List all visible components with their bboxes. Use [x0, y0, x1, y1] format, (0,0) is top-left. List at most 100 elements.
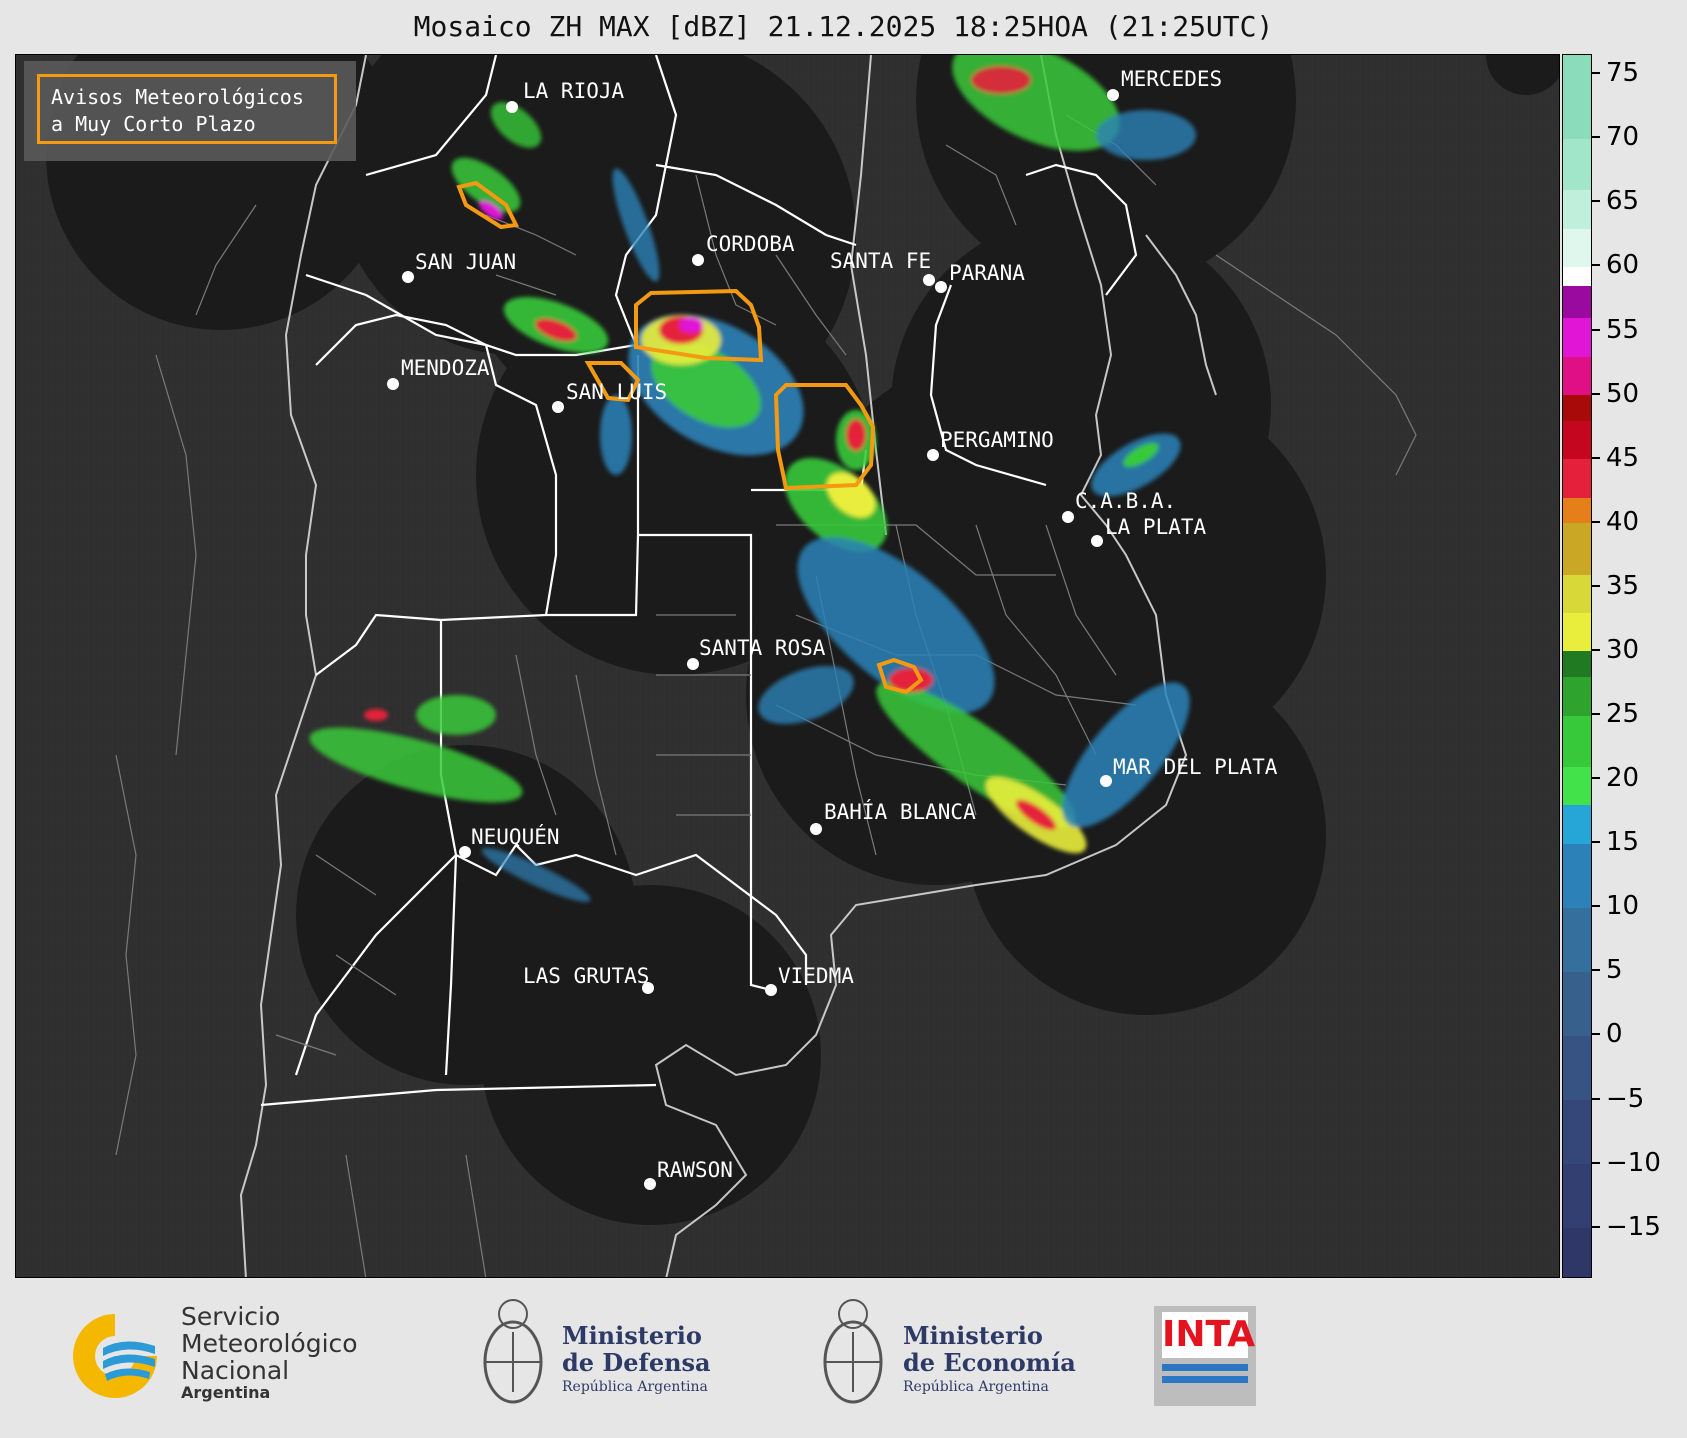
colorbar-band [1563, 843, 1591, 908]
smn-logo-line4: Argentina [181, 1383, 271, 1402]
colorbar-band [1563, 1227, 1591, 1277]
colorbar-band [1563, 138, 1591, 191]
economia-logo-line3: República Argentina [903, 1379, 1049, 1395]
city-marker-santa-rosa [687, 658, 699, 670]
smn-logo-icon [73, 1314, 157, 1398]
city-marker-parana [935, 281, 947, 293]
city-label-neuquen: NEUQUÉN [471, 825, 560, 849]
colorbar-band [1563, 266, 1591, 287]
colorbar-tick [1592, 1161, 1600, 1164]
colorbar-tick-label: 40 [1606, 506, 1640, 537]
city-marker-mendoza [387, 378, 399, 390]
colorbar-tick-label: 45 [1606, 442, 1640, 473]
city-label-mar-del-plata: MAR DEL PLATA [1113, 755, 1278, 779]
city-label-santa-rosa: SANTA ROSA [699, 636, 826, 660]
coat-of-arms-icon [483, 1299, 543, 1404]
radar-map[interactable]: LA RIOJA MERCEDES SAN JUAN CORDOBA SANTA… [15, 54, 1560, 1278]
city-marker-neuquen [459, 846, 471, 858]
smn-logo-line1: Servicio [181, 1302, 281, 1331]
colorbar-tick-label: 30 [1606, 634, 1640, 665]
colorbar-band [1563, 420, 1591, 460]
city-label-pergamino: PERGAMINO [940, 428, 1054, 452]
colorbar-band [1563, 1035, 1591, 1101]
colorbar-band [1563, 574, 1591, 614]
economia-logo-line2: de Economía [903, 1348, 1076, 1377]
colorbar-tick [1592, 584, 1600, 587]
colorbar-tick [1592, 841, 1600, 844]
city-marker-rawson [644, 1178, 656, 1190]
defensa-logo-line2: de Defensa [562, 1348, 711, 1377]
city-label-mercedes: MERCEDES [1121, 67, 1223, 91]
footer-logos: Servicio Meteorológico Nacional Argentin… [0, 1278, 1687, 1438]
warnings-legend-frame: Avisos Meteorológicos a Muy Corto Plazo [37, 74, 337, 144]
colorbar-tick [1592, 777, 1600, 780]
city-label-san-juan: SAN JUAN [415, 250, 517, 274]
city-marker-la-plata [1091, 535, 1103, 547]
colorbar-band [1563, 497, 1591, 524]
city-marker-cordoba [692, 254, 704, 266]
colorbar-band [1563, 766, 1591, 806]
inta-logo: INTA [1154, 1306, 1256, 1406]
colorbar-tick-label: 50 [1606, 378, 1640, 409]
city-label-san-luis: SAN LUIS [566, 380, 668, 404]
colorbar-tick-label: 0 [1606, 1019, 1623, 1050]
colorbar-tick [1592, 264, 1600, 267]
coat-of-arms-icon [823, 1299, 883, 1404]
city-marker-san-juan [402, 271, 414, 283]
city-marker-bahia-blanca [810, 823, 822, 835]
city-marker-santa-fe [923, 274, 935, 286]
colorbar-band [1563, 356, 1591, 396]
colorbar-band [1563, 522, 1591, 575]
city-marker-pergamino [927, 449, 939, 461]
colorbar-tick-label: 5 [1606, 955, 1623, 986]
colorbar-tick-label: 20 [1606, 763, 1640, 794]
colorbar-band [1563, 285, 1591, 319]
colorbar-tick [1592, 1097, 1600, 1100]
city-marker-mercedes [1107, 89, 1119, 101]
city-marker-caba [1062, 511, 1074, 523]
colorbar-tick [1592, 136, 1600, 139]
colorbar-tick [1592, 456, 1600, 459]
colorbar-band [1563, 612, 1591, 652]
colorbar-tick [1592, 713, 1600, 716]
colorbar-band [1563, 715, 1591, 767]
colorbar-band [1563, 971, 1591, 1036]
colorbar-tick-label: −5 [1606, 1083, 1645, 1114]
inta-logo-text: INTA [1162, 1312, 1255, 1358]
colorbar-band [1563, 394, 1591, 421]
colorbar-tick-label: 10 [1606, 891, 1640, 922]
colorbar-band [1563, 1163, 1591, 1229]
colorbar-band [1563, 189, 1591, 229]
colorbar-tick-label: −10 [1606, 1147, 1661, 1178]
dbz-colorbar [1562, 54, 1592, 1278]
colorbar-tick-label: 70 [1606, 122, 1640, 153]
colorbar-tick [1592, 520, 1600, 523]
colorbar-band [1563, 676, 1591, 716]
smn-logo-line2: Meteorológico [181, 1329, 358, 1358]
city-label-caba: C.A.B.A. [1075, 489, 1177, 513]
colorbar-band [1563, 458, 1591, 498]
city-label-las-grutas: LAS GRUTAS [523, 964, 650, 988]
colorbar-tick-label: 55 [1606, 314, 1640, 345]
map-title: Mosaico ZH MAX [dBZ] 21.12.2025 18:25HOA… [413, 10, 1274, 43]
colorbar-band [1563, 228, 1591, 267]
warnings-legend-line2: a Muy Corto Plazo [51, 112, 256, 136]
city-label-mendoza: MENDOZA [401, 356, 490, 380]
city-label-cordoba: CORDOBA [706, 232, 795, 256]
colorbar-band [1563, 804, 1591, 844]
colorbar-band [1563, 317, 1591, 357]
colorbar-tick [1592, 1225, 1600, 1228]
city-label-la-rioja: LA RIOJA [523, 79, 625, 103]
colorbar-tick-label: −15 [1606, 1211, 1661, 1242]
colorbar-tick [1592, 969, 1600, 972]
city-label-la-plata: LA PLATA [1105, 515, 1207, 539]
economia-logo-line1: Ministerio [903, 1321, 1043, 1350]
city-label-bahia-blanca: BAHÍA BLANCA [824, 800, 976, 824]
colorbar-tick-label: 65 [1606, 186, 1640, 217]
city-marker-mar-del-plata [1100, 775, 1112, 787]
city-marker-san-luis [552, 401, 564, 413]
colorbar-tick [1592, 328, 1600, 331]
colorbar-tick-label: 15 [1606, 827, 1640, 858]
colorbar-band [1563, 1099, 1591, 1165]
warnings-legend-line1: Avisos Meteorológicos [51, 85, 304, 109]
